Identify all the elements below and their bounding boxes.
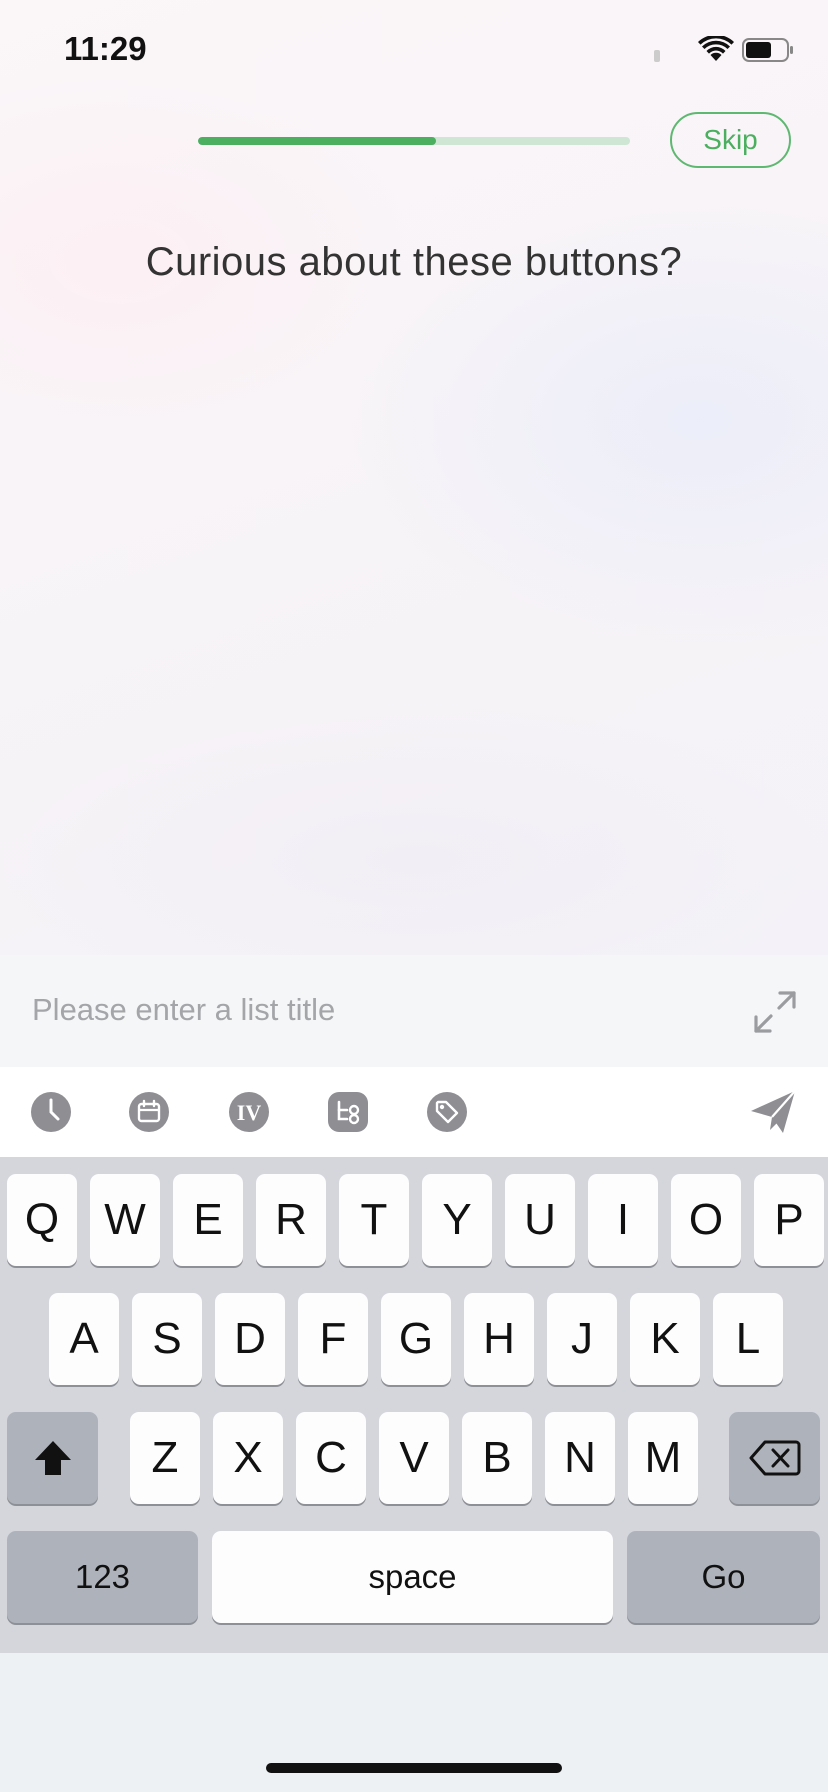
status-bar: 11:29 bbox=[0, 0, 828, 100]
keyboard: QWERTYUIOP ASDFGHJKL ZXCVBNM 123 space G… bbox=[0, 1157, 828, 1653]
shift-arrow-icon bbox=[34, 1441, 71, 1475]
clock-icon[interactable] bbox=[30, 1091, 72, 1133]
key-j[interactable]: J bbox=[547, 1293, 617, 1385]
key-f[interactable]: F bbox=[298, 1293, 368, 1385]
key-g[interactable]: G bbox=[381, 1293, 451, 1385]
key-k[interactable]: K bbox=[630, 1293, 700, 1385]
wifi-icon bbox=[698, 36, 734, 61]
onboarding-headline: Curious about these buttons? bbox=[145, 240, 683, 284]
key-o[interactable]: O bbox=[671, 1174, 741, 1266]
expand-icon[interactable] bbox=[752, 989, 798, 1035]
skip-button[interactable]: Skip bbox=[670, 112, 791, 168]
key-x[interactable]: X bbox=[213, 1412, 283, 1504]
key-b[interactable]: B bbox=[462, 1412, 532, 1504]
key-v[interactable]: V bbox=[379, 1412, 449, 1504]
backspace-key[interactable] bbox=[729, 1412, 820, 1504]
key-h[interactable]: H bbox=[464, 1293, 534, 1385]
go-key[interactable]: Go bbox=[627, 1531, 820, 1623]
key-y[interactable]: Y bbox=[422, 1174, 492, 1266]
home-indicator[interactable] bbox=[266, 1763, 562, 1773]
key-q[interactable]: Q bbox=[7, 1174, 77, 1266]
key-t[interactable]: T bbox=[339, 1174, 409, 1266]
send-icon[interactable] bbox=[748, 1087, 798, 1137]
status-dot bbox=[654, 50, 660, 62]
key-s[interactable]: S bbox=[132, 1293, 202, 1385]
list-title-bar bbox=[0, 955, 828, 1067]
key-u[interactable]: U bbox=[505, 1174, 575, 1266]
key-c[interactable]: C bbox=[296, 1412, 366, 1504]
battery-icon bbox=[742, 38, 793, 62]
priority-iv-icon[interactable]: IV bbox=[228, 1091, 270, 1133]
key-l[interactable]: L bbox=[713, 1293, 783, 1385]
shift-key[interactable] bbox=[7, 1412, 98, 1504]
backspace-icon bbox=[749, 1440, 800, 1476]
subtask-icon[interactable] bbox=[327, 1091, 369, 1133]
numbers-key[interactable]: 123 bbox=[7, 1531, 198, 1623]
key-a[interactable]: A bbox=[49, 1293, 119, 1385]
key-m[interactable]: M bbox=[628, 1412, 698, 1504]
key-p[interactable]: P bbox=[754, 1174, 824, 1266]
priority-glyph: IV bbox=[237, 1100, 262, 1125]
task-toolbar: IV bbox=[0, 1067, 828, 1157]
key-r[interactable]: R bbox=[256, 1174, 326, 1266]
key-e[interactable]: E bbox=[173, 1174, 243, 1266]
space-key[interactable]: space bbox=[212, 1531, 613, 1623]
key-w[interactable]: W bbox=[90, 1174, 160, 1266]
list-title-input[interactable] bbox=[32, 985, 712, 1035]
onboarding-progress-bar bbox=[198, 137, 630, 145]
onboarding-progress-fill bbox=[198, 137, 436, 145]
key-z[interactable]: Z bbox=[130, 1412, 200, 1504]
status-time: 11:29 bbox=[64, 30, 147, 67]
key-i[interactable]: I bbox=[588, 1174, 658, 1266]
tag-icon[interactable] bbox=[426, 1091, 468, 1133]
calendar-icon[interactable] bbox=[128, 1091, 170, 1133]
key-d[interactable]: D bbox=[215, 1293, 285, 1385]
key-n[interactable]: N bbox=[545, 1412, 615, 1504]
